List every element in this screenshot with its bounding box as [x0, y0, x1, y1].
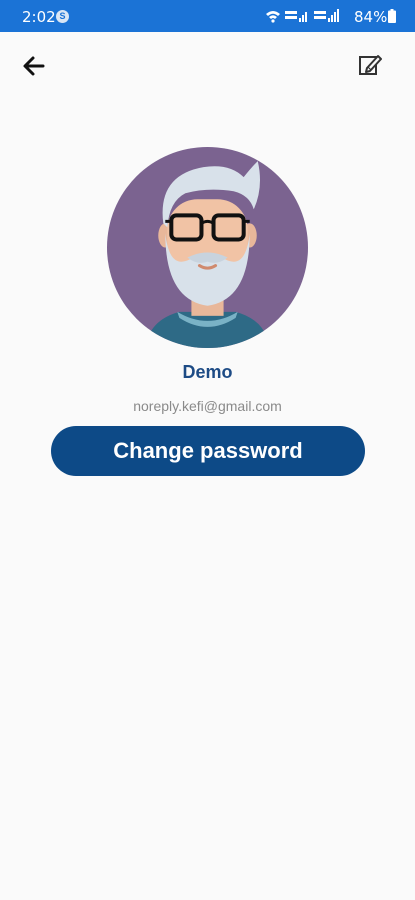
wifi-icon [266, 11, 280, 23]
battery-percentage: 84% [354, 8, 388, 26]
back-button[interactable] [20, 52, 48, 80]
edit-pencil-icon [359, 55, 382, 75]
arrow-left-icon [23, 56, 45, 76]
user-name: Demo [182, 362, 233, 382]
volte-signal-icon [314, 9, 339, 22]
status-bar: 2:02 S 84% [0, 0, 415, 32]
battery-icon [388, 9, 396, 23]
change-password-button[interactable]: Change password [51, 426, 365, 476]
volte-signal-icon [285, 11, 307, 22]
old-man-avatar-icon [107, 147, 308, 348]
user-email: noreply.kefi@gmail.com [133, 398, 282, 414]
notification-badge-icon: S [56, 10, 69, 23]
status-time: 2:02 [22, 8, 56, 26]
edit-profile-button[interactable] [357, 52, 383, 78]
signal-icons [266, 9, 339, 23]
